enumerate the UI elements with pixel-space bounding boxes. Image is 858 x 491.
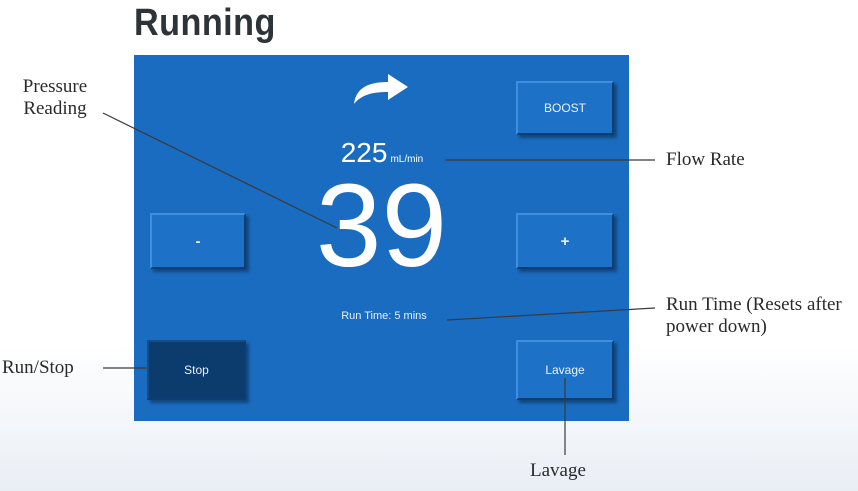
runtime-callout-line — [446, 307, 656, 321]
callout-run-stop: Run/Stop — [2, 357, 74, 378]
pressure-callout-line — [102, 112, 338, 229]
callout-pressure-reading: Pressure Reading — [22, 76, 88, 119]
callout-run-time: Run Time (Resets after power down) — [666, 294, 842, 337]
callout-flow-rate: Flow Rate — [666, 149, 745, 170]
callout-lavage: Lavage — [530, 460, 586, 481]
callout-lines — [102, 112, 656, 455]
